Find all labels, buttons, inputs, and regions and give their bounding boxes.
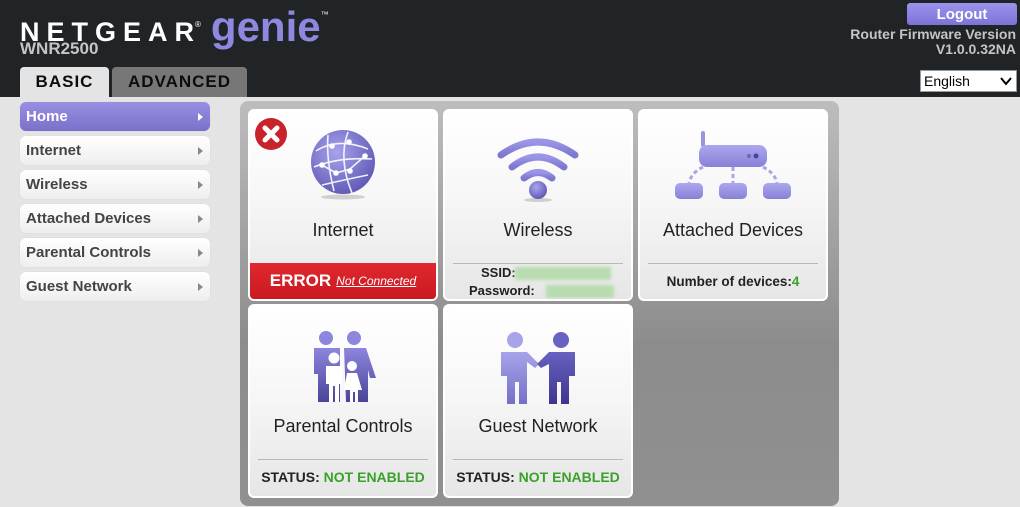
tile-parental-controls[interactable]: Parental Controls STATUS: NOT ENABLED bbox=[248, 304, 438, 498]
globe-icon bbox=[311, 130, 375, 200]
sidebar-item-label: Internet bbox=[26, 142, 82, 159]
logout-button[interactable]: Logout bbox=[907, 3, 1017, 25]
handshake-icon bbox=[501, 332, 575, 404]
sidebar-item-label: Guest Network bbox=[26, 278, 132, 295]
tab-advanced[interactable]: ADVANCED bbox=[112, 67, 247, 97]
status-value: NOT ENABLED bbox=[518, 469, 620, 485]
password-value-redacted bbox=[546, 285, 614, 298]
router-network-icon bbox=[675, 131, 791, 199]
sidebar-item-guest-network[interactable]: Guest Network bbox=[20, 272, 210, 301]
status-label: STATUS: bbox=[456, 469, 515, 485]
status-label: STATUS: bbox=[261, 469, 320, 485]
tile-attached-devices-title: Attached Devices bbox=[662, 220, 804, 240]
sidebar-item-label: Attached Devices bbox=[26, 210, 152, 227]
tile-internet-title: Internet bbox=[312, 220, 374, 240]
divider bbox=[258, 459, 428, 460]
arrow-right-icon bbox=[198, 282, 203, 291]
product-name: genie bbox=[210, 3, 321, 50]
device-count-label: Number of devices: bbox=[666, 274, 792, 289]
divider bbox=[648, 263, 818, 264]
language-selected: English bbox=[924, 73, 970, 89]
sidebar-item-label: Home bbox=[26, 108, 68, 125]
ssid-label: SSID: bbox=[481, 265, 516, 280]
tile-guest-network[interactable]: Guest Network STATUS: NOT ENABLED bbox=[443, 304, 633, 498]
family-icon bbox=[314, 331, 376, 402]
firmware-version: V1.0.0.32NA bbox=[935, 41, 1016, 57]
tab-basic[interactable]: BASIC bbox=[20, 67, 109, 97]
chevron-down-icon bbox=[1000, 77, 1012, 86]
device-count: Number of devices:4 bbox=[640, 274, 826, 289]
sidebar-item-wireless[interactable]: Wireless bbox=[20, 170, 210, 199]
firmware-label: Router Firmware Version bbox=[850, 26, 1016, 42]
trademark-mark: ™ bbox=[320, 10, 329, 19]
sidebar-item-parental-controls[interactable]: Parental Controls bbox=[20, 238, 210, 267]
tile-wireless-title: Wireless bbox=[503, 220, 573, 240]
divider bbox=[453, 263, 623, 264]
model-name: WNR2500 bbox=[20, 39, 99, 58]
internet-status-detail-link[interactable]: Not Connected bbox=[336, 274, 416, 288]
arrow-right-icon bbox=[198, 248, 203, 257]
sidebar-item-attached-devices[interactable]: Attached Devices bbox=[20, 204, 210, 233]
arrow-right-icon bbox=[198, 180, 203, 189]
sidebar-item-label: Parental Controls bbox=[26, 244, 152, 261]
password-label: Password: bbox=[469, 283, 535, 298]
header: NETGEAR ® genie ™ WNR2500 BASIC ADVANCED… bbox=[0, 0, 1020, 97]
tile-attached-devices[interactable]: Attached Devices Number of devices:4 bbox=[638, 109, 828, 301]
tile-wireless[interactable]: Wireless SSID: Password: bbox=[443, 109, 633, 301]
device-count-value: 4 bbox=[791, 274, 800, 289]
guest-network-status: STATUS: NOT ENABLED bbox=[445, 469, 631, 485]
divider bbox=[453, 459, 623, 460]
parental-controls-status: STATUS: NOT ENABLED bbox=[250, 469, 436, 485]
status-value: NOT ENABLED bbox=[323, 469, 425, 485]
wifi-icon bbox=[497, 138, 579, 202]
tile-guest-network-title: Guest Network bbox=[478, 416, 598, 436]
arrow-right-icon bbox=[198, 214, 203, 223]
sidebar-item-internet[interactable]: Internet bbox=[20, 136, 210, 165]
internet-status-bar: ERROR Not Connected bbox=[250, 263, 436, 299]
sidebar-item-label: Wireless bbox=[26, 176, 88, 193]
sidebar-item-home[interactable]: Home bbox=[20, 102, 210, 131]
error-x-icon bbox=[255, 118, 287, 150]
arrow-right-icon bbox=[198, 146, 203, 155]
registered-mark: ® bbox=[195, 20, 201, 29]
ssid-value-redacted bbox=[515, 267, 611, 280]
language-select[interactable]: English bbox=[920, 70, 1017, 92]
arrow-right-icon bbox=[198, 112, 203, 121]
dashboard-panel: Internet ERROR Not Connected Wireless SS… bbox=[240, 101, 839, 506]
tile-internet[interactable]: Internet ERROR Not Connected bbox=[248, 109, 438, 301]
internet-status-label: ERROR bbox=[269, 271, 332, 290]
tile-parental-controls-title: Parental Controls bbox=[273, 416, 413, 436]
